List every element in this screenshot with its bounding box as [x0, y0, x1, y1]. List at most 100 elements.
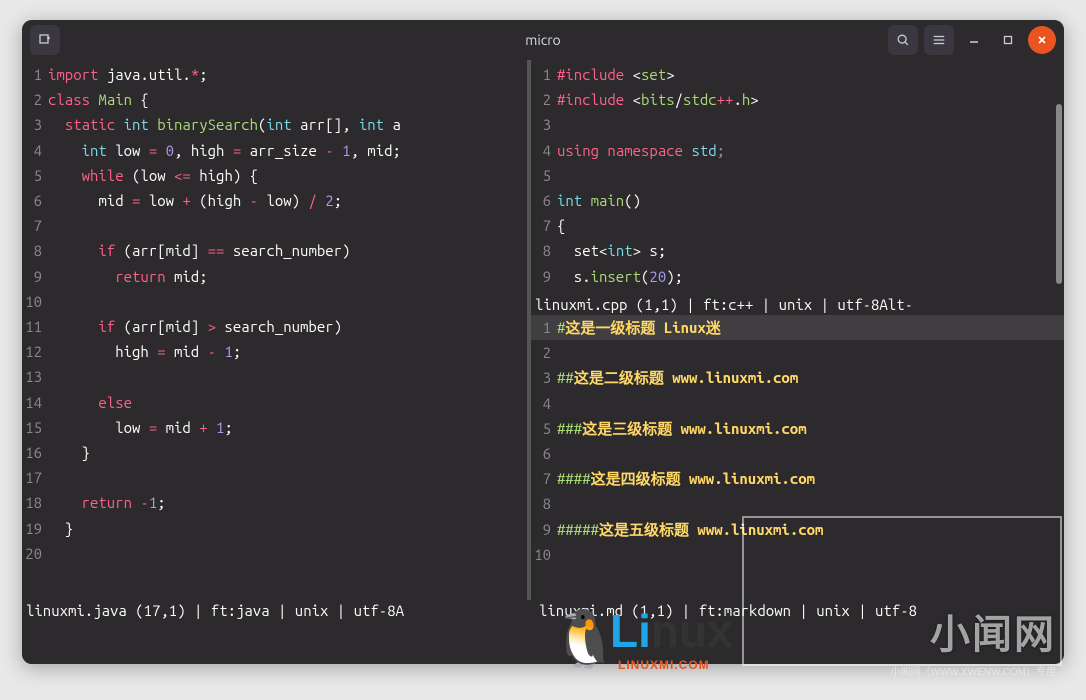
- pane-right-bottom[interactable]: 1# 这是一级标题 Linux迷23## 这是二级标题 www.linuxmi.…: [531, 315, 1064, 600]
- code-line[interactable]: 9 s.insert(20);: [531, 264, 1064, 289]
- linuxmi-subtext: LINUXMI.COM: [618, 658, 710, 672]
- markdown-line[interactable]: 6: [531, 441, 1064, 466]
- watermark-small: 小闻网（WWW.XWENW.COM）专用: [890, 663, 1056, 678]
- line-number: 4: [531, 138, 557, 163]
- menu-button[interactable]: [924, 25, 954, 55]
- line-number: 2: [22, 87, 48, 112]
- code-cpp[interactable]: 1#include <set>2#include <bits/stdc++.h>…: [531, 60, 1064, 289]
- scrollbar[interactable]: [1056, 104, 1062, 284]
- linux-logo-text: Linux: [610, 604, 733, 658]
- code-line[interactable]: 11 if (arr[mid] > search_number): [22, 314, 527, 339]
- pane-right-top[interactable]: 1#include <set>2#include <bits/stdc++.h>…: [531, 60, 1064, 294]
- line-number: 13: [22, 364, 48, 389]
- line-number: 11: [22, 314, 48, 339]
- search-button[interactable]: [888, 25, 918, 55]
- code-line[interactable]: 7{: [531, 213, 1064, 238]
- line-number: 9: [22, 264, 48, 289]
- line-number: 10: [22, 289, 48, 314]
- code-line[interactable]: 12 high = mid - 1;: [22, 339, 527, 364]
- code-line[interactable]: 4 int low = 0, high = arr_size - 1, mid;: [22, 138, 527, 163]
- markdown-line[interactable]: 3## 这是二级标题 www.linuxmi.com: [531, 365, 1064, 390]
- markdown-line[interactable]: 9##### 这是五级标题 www.linuxmi.com: [531, 517, 1064, 542]
- line-number: 2: [531, 340, 557, 365]
- line-number: 6: [531, 441, 557, 466]
- code-line[interactable]: 5 while (low <= high) {: [22, 163, 527, 188]
- code-line[interactable]: 20: [22, 541, 527, 566]
- code-line[interactable]: 1import java.util.*;: [22, 62, 527, 87]
- code-line[interactable]: 6int main(): [531, 188, 1064, 213]
- markdown-line[interactable]: 2: [531, 340, 1064, 365]
- status-cpp: linuxmi.cpp (1,1) | ft:c++ | unix | utf-…: [531, 294, 1064, 315]
- pane-left[interactable]: 1import java.util.*;2class Main {3 stati…: [22, 60, 527, 600]
- code-line[interactable]: 19 }: [22, 516, 527, 541]
- code-line[interactable]: 3: [531, 112, 1064, 137]
- line-number: 7: [531, 466, 557, 491]
- line-number: 7: [22, 213, 48, 238]
- new-tab-button[interactable]: [30, 25, 60, 55]
- code-line[interactable]: 8 if (arr[mid] == search_number): [22, 238, 527, 263]
- code-line[interactable]: 5: [531, 163, 1064, 188]
- line-number: 6: [22, 188, 48, 213]
- line-number: 3: [531, 112, 557, 137]
- close-button[interactable]: [1028, 26, 1056, 54]
- terminal-window: micro 1import java.util.*;2class Main {3…: [22, 20, 1064, 664]
- markdown-line[interactable]: 8: [531, 491, 1064, 516]
- line-number: 8: [22, 238, 48, 263]
- code-line[interactable]: 4using namespace std;: [531, 138, 1064, 163]
- minimize-button[interactable]: [960, 26, 988, 54]
- maximize-button[interactable]: [994, 26, 1022, 54]
- code-line[interactable]: 2#include <bits/stdc++.h>: [531, 87, 1064, 112]
- code-line[interactable]: 16 }: [22, 440, 527, 465]
- code-java[interactable]: 1import java.util.*;2class Main {3 stati…: [22, 60, 527, 566]
- code-line[interactable]: 13: [22, 364, 527, 389]
- markdown-line[interactable]: 10: [531, 542, 1064, 567]
- line-number: 17: [22, 465, 48, 490]
- line-number: 7: [531, 213, 557, 238]
- line-number: 5: [531, 163, 557, 188]
- markdown-line[interactable]: 5### 这是三级标题 www.linuxmi.com: [531, 416, 1064, 441]
- line-number: 19: [22, 516, 48, 541]
- line-number: 4: [22, 138, 48, 163]
- code-line[interactable]: 3 static int binarySearch(int arr[], int…: [22, 112, 527, 137]
- line-number: 1: [531, 315, 557, 340]
- line-number: 9: [531, 264, 557, 289]
- code-line[interactable]: 17: [22, 465, 527, 490]
- markdown-line[interactable]: 1# 这是一级标题 Linux迷: [531, 315, 1064, 340]
- line-number: 2: [531, 87, 557, 112]
- line-number: 18: [22, 490, 48, 515]
- line-number: 5: [22, 163, 48, 188]
- code-line[interactable]: 14 else: [22, 390, 527, 415]
- editor-area: 1import java.util.*;2class Main {3 stati…: [22, 60, 1064, 600]
- code-line[interactable]: 9 return mid;: [22, 264, 527, 289]
- line-number: 14: [22, 390, 48, 415]
- code-line[interactable]: 2class Main {: [22, 87, 527, 112]
- titlebar: micro: [22, 20, 1064, 60]
- code-line[interactable]: 18 return -1;: [22, 490, 527, 515]
- watermark-text: 小闻网: [930, 602, 1056, 660]
- code-markdown[interactable]: 1# 这是一级标题 Linux迷23## 这是二级标题 www.linuxmi.…: [531, 315, 1064, 567]
- line-number: 16: [22, 440, 48, 465]
- line-number: 4: [531, 391, 557, 416]
- line-number: 3: [531, 365, 557, 390]
- code-line[interactable]: 1#include <set>: [531, 62, 1064, 87]
- code-line[interactable]: 6 mid = low + (high - low) / 2;: [22, 188, 527, 213]
- line-number: 1: [22, 62, 48, 87]
- line-number: 5: [531, 416, 557, 441]
- code-line[interactable]: 15 low = mid + 1;: [22, 415, 527, 440]
- line-number: 1: [531, 62, 557, 87]
- markdown-line[interactable]: 7#### 这是四级标题 www.linuxmi.com: [531, 466, 1064, 491]
- line-number: 15: [22, 415, 48, 440]
- line-number: 8: [531, 238, 557, 263]
- line-number: 9: [531, 517, 557, 542]
- line-number: 6: [531, 188, 557, 213]
- line-number: 8: [531, 491, 557, 516]
- line-number: 3: [22, 112, 48, 137]
- code-line[interactable]: 10: [22, 289, 527, 314]
- code-line[interactable]: 8 set<int> s;: [531, 238, 1064, 263]
- status-java: linuxmi.java (17,1) | ft:java | unix | u…: [22, 600, 527, 621]
- code-line[interactable]: 7: [22, 213, 527, 238]
- line-number: 20: [22, 541, 48, 566]
- keybindings-help: ^Q Quit, ^S Save, ^O Open, ^G Help, ^E C…: [22, 621, 1064, 664]
- markdown-line[interactable]: 4: [531, 391, 1064, 416]
- line-number: 10: [531, 542, 557, 567]
